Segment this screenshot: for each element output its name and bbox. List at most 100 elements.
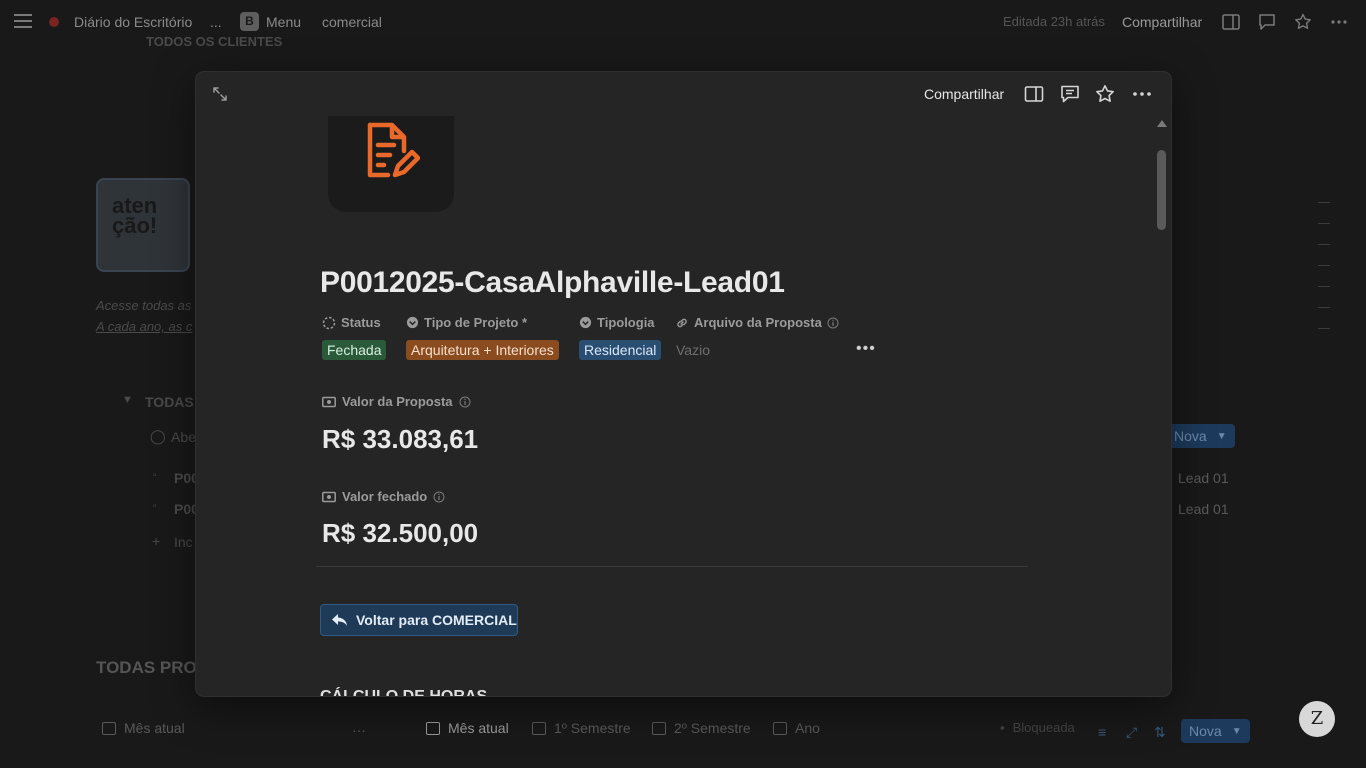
select-icon [579, 316, 592, 329]
money-icon [322, 396, 336, 407]
info-icon[interactable] [459, 396, 471, 408]
bg-row-abe[interactable]: Abe [171, 429, 196, 445]
tab-mes-atual[interactable]: Mês atual [426, 720, 509, 736]
avatar[interactable]: Z [1299, 701, 1335, 737]
bg-doc-icon: ▫ [153, 501, 157, 512]
link-icon [677, 318, 687, 327]
bg-plus-icon: + [152, 533, 161, 549]
bg-view-mes-atual-left[interactable]: Mês atual [102, 720, 185, 736]
tipo-projeto-badge[interactable]: Arquitetura + Interiores [406, 340, 559, 360]
more-properties-icon[interactable]: ••• [856, 340, 876, 358]
tab-label: Mês atual [448, 720, 509, 736]
tab-1-semestre[interactable]: 1º Semestre [532, 720, 631, 736]
scrollbar-thumb[interactable] [1157, 150, 1166, 230]
property-status-label[interactable]: Status [322, 315, 381, 330]
atencao-image: aten ção! [96, 178, 190, 272]
bg-more-icon[interactable]: ··· [352, 722, 366, 738]
valor-proposta-label[interactable]: Valor da Proposta [322, 394, 471, 409]
info-icon[interactable] [827, 317, 839, 329]
breadcrumb-diario[interactable]: Diário do Escritório [74, 14, 192, 30]
property-label-text: Tipo de Projeto * [424, 315, 528, 330]
edited-timestamp: Editada 23h atrás [1003, 14, 1105, 29]
voltar-comercial-button[interactable]: Voltar para COMERCIAL [320, 604, 518, 636]
star-icon[interactable] [1095, 84, 1115, 104]
property-arquivo-label[interactable]: Arquivo da Proposta [675, 315, 839, 330]
bg-circle-icon: ◯ [150, 428, 166, 444]
bg-lead-2: Lead 01 [1178, 501, 1229, 517]
valor-proposta-value[interactable]: R$ 33.083,61 [322, 424, 478, 455]
breadcrumb-menu[interactable]: Menu [266, 14, 301, 30]
chevron-down-icon: ▼ [1216, 430, 1227, 442]
valor-fechado-label[interactable]: Valor fechado [322, 489, 445, 504]
calendar-icon [426, 721, 440, 735]
property-tipologia-label[interactable]: Tipologia [579, 315, 655, 330]
tipologia-badge[interactable]: Residencial [579, 340, 662, 360]
bg-nova-button[interactable]: Nova ▼ [1166, 424, 1235, 448]
reply-arrow-icon [332, 614, 347, 626]
bg-lead-1: Lead 01 [1178, 470, 1229, 486]
bg-nova-label: Nova [1174, 428, 1207, 444]
bg-locked-label: Bloqueada [1012, 720, 1075, 735]
property-label-text: Tipologia [597, 315, 655, 330]
tab-ano[interactable]: Ano [773, 720, 820, 736]
more-options-icon[interactable] [1132, 84, 1152, 104]
bg-toggle-triangle-icon[interactable]: ▼ [122, 394, 133, 406]
workspace-dot-icon [49, 17, 59, 27]
menu-page-icon: B [240, 12, 259, 31]
lock-icon: ▪ [1000, 720, 1005, 735]
bg-doc-icon: ▫ [153, 470, 157, 481]
bg-nova-label: Nova [1189, 723, 1222, 739]
tab-2-semestre[interactable]: 2º Semestre [652, 720, 751, 736]
comment-icon[interactable] [1258, 13, 1276, 31]
sort-icon[interactable]: ⇅ [1154, 724, 1166, 741]
expand-fullpage-icon[interactable] [212, 86, 228, 102]
calendar-icon [102, 721, 116, 735]
breadcrumb-comercial[interactable]: comercial [322, 14, 382, 30]
bg-bottom-nova-button[interactable]: Nova ▼ [1181, 719, 1250, 743]
more-options-icon[interactable] [1330, 13, 1348, 31]
bg-view-label: Mês atual [124, 720, 185, 736]
money-icon [322, 491, 336, 502]
section-heading-calculo: CÁLCULO DE HORAS [320, 688, 487, 696]
tab-label: 2º Semestre [674, 720, 751, 736]
expand-icon[interactable]: ⤢ [1126, 724, 1137, 741]
property-label-text: Arquivo da Proposta [694, 315, 822, 330]
share-button[interactable]: Compartilhar [1122, 14, 1202, 30]
side-peek-icon[interactable] [1024, 84, 1044, 104]
property-tipo-label[interactable]: Tipo de Projeto * [406, 315, 527, 330]
bg-locked-indicator: ▪ Bloqueada [1000, 720, 1075, 735]
bg-outline-ticks [1318, 202, 1330, 349]
info-icon[interactable] [433, 491, 445, 503]
calendar-icon [773, 721, 787, 735]
filter-icon[interactable]: ≡ [1098, 724, 1106, 740]
breadcrumb-ellipsis[interactable]: ... [210, 14, 222, 30]
calendar-icon [532, 721, 546, 735]
sidebar-panel-icon[interactable] [1222, 13, 1240, 31]
bg-italic-line-2: A cada ano, as c [96, 319, 193, 334]
bg-row-inc[interactable]: Inc [174, 534, 193, 550]
modal-share-button[interactable]: Compartilhar [924, 86, 1004, 102]
select-icon [406, 316, 419, 329]
page-peek-modal: Compartilhar P0012025-CasaAlphaville-Lea… [196, 72, 1171, 696]
bg-todas-prop: TODAS PROP [96, 658, 209, 677]
bg-section-top: TODOS OS CLIENTES [146, 34, 283, 49]
scroll-up-arrow-icon[interactable] [1157, 120, 1167, 127]
status-icon [322, 316, 336, 329]
tab-label: 1º Semestre [554, 720, 631, 736]
number-label-text: Valor da Proposta [342, 394, 453, 409]
page-icon[interactable] [328, 116, 454, 212]
arquivo-empty-value[interactable]: Vazio [676, 342, 710, 358]
bg-italic-line-1: Acesse todas as [96, 298, 192, 313]
comment-icon[interactable] [1060, 84, 1080, 104]
hamburger-menu-icon[interactable] [14, 13, 32, 29]
page-title[interactable]: P0012025-CasaAlphaville-Lead01 [320, 266, 785, 300]
number-label-text: Valor fechado [342, 489, 428, 504]
property-label-text: Status [341, 315, 381, 330]
document-edit-icon [367, 122, 420, 178]
status-badge[interactable]: Fechada [322, 340, 387, 360]
divider [316, 566, 1028, 567]
back-button-label: Voltar para COMERCIAL [356, 612, 517, 628]
star-icon[interactable] [1294, 13, 1312, 31]
valor-fechado-value[interactable]: R$ 32.500,00 [322, 518, 478, 549]
tab-label: Ano [795, 720, 820, 736]
